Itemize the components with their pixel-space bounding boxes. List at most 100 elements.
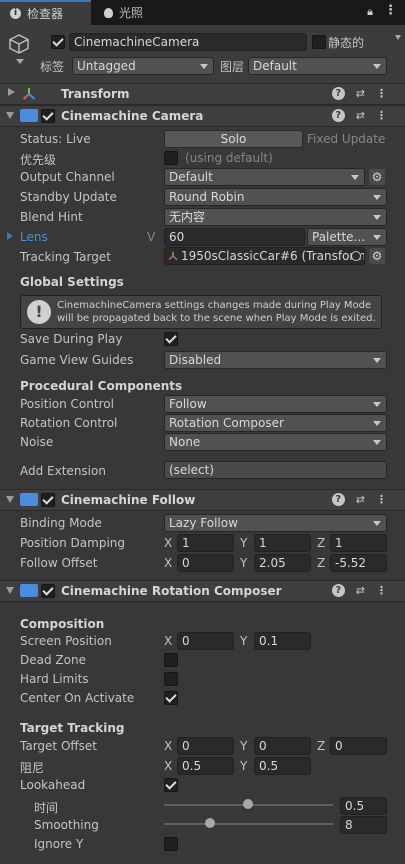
- help-icon[interactable]: ?: [331, 584, 345, 597]
- axis-z-label[interactable]: Z: [317, 556, 325, 570]
- tab-lighting[interactable]: 光照: [94, 0, 184, 25]
- static-checkbox[interactable]: [312, 35, 326, 49]
- more-icon[interactable]: ⋮: [376, 109, 387, 122]
- axis-x-label[interactable]: X: [164, 634, 172, 648]
- output-channel-dropdown[interactable]: Default: [164, 168, 365, 186]
- cm-camera-enabled-checkbox[interactable]: [41, 109, 55, 123]
- smoothing-slider-knob[interactable]: [205, 818, 215, 828]
- tab-inspector[interactable]: i 检查器: [0, 0, 91, 25]
- damping-x-input[interactable]: 1: [177, 534, 234, 552]
- add-extension-dropdown[interactable]: (select): [164, 461, 387, 479]
- noise-dropdown[interactable]: None: [164, 433, 387, 451]
- axis-x-label[interactable]: X: [164, 556, 172, 570]
- fold-arrow-icon[interactable]: [6, 587, 14, 594]
- gear-icon[interactable]: ⚙: [369, 169, 385, 185]
- blend-hint-dropdown[interactable]: 无内容: [164, 208, 387, 226]
- standby-dropdown[interactable]: Round Robin: [164, 188, 387, 206]
- fold-arrow-icon[interactable]: [6, 112, 14, 119]
- axis-z-label[interactable]: Z: [317, 739, 325, 753]
- presets-icon[interactable]: ⇄: [356, 109, 365, 122]
- static-dropdown-arrow[interactable]: [395, 35, 401, 40]
- screen-pos-y-input[interactable]: 0.1: [254, 632, 311, 650]
- center-on-activate-checkbox[interactable]: [164, 691, 178, 705]
- binding-mode-dropdown[interactable]: Lazy Follow: [164, 514, 387, 532]
- cm-follow-header[interactable]: Cinemachine Follow ? ⇄ ⋮: [0, 489, 405, 511]
- game-view-guides-dropdown[interactable]: Disabled: [164, 351, 387, 369]
- ignore-y-checkbox[interactable]: [164, 837, 178, 851]
- lookahead-time-input[interactable]: 0.5: [340, 797, 387, 815]
- solo-button[interactable]: Solo: [164, 130, 303, 148]
- offset-y-input[interactable]: 2.05: [254, 554, 311, 572]
- cm-composer-header[interactable]: Cinemachine Rotation Composer ? ⇄ ⋮: [0, 580, 405, 602]
- help-icon[interactable]: ?: [331, 493, 345, 506]
- axis-x-label[interactable]: X: [164, 759, 172, 773]
- axis-y-label[interactable]: Y: [240, 739, 247, 753]
- transform-header[interactable]: Transform ? ⇄ ⋮: [0, 83, 405, 105]
- presets-icon[interactable]: ⇄: [356, 87, 365, 100]
- presets-icon[interactable]: ⇄: [356, 584, 365, 597]
- target-offset-x-input[interactable]: 0: [177, 737, 234, 755]
- more-icon[interactable]: ⋮: [376, 87, 387, 100]
- dead-zone-checkbox[interactable]: [164, 653, 178, 667]
- cm-follow-enabled-checkbox[interactable]: [41, 493, 55, 507]
- axis-y-label[interactable]: Y: [240, 536, 247, 550]
- object-name-input[interactable]: CinemachineCamera: [69, 33, 307, 51]
- gear-icon[interactable]: ⚙: [369, 248, 385, 264]
- lens-palette-dropdown[interactable]: Palette...: [307, 228, 387, 246]
- priority-hint: (using default): [185, 151, 273, 165]
- tag-dropdown[interactable]: Untagged: [72, 57, 214, 75]
- fold-arrow-icon[interactable]: [8, 88, 15, 96]
- composer-component-icon: [20, 584, 38, 597]
- object-picker-icon[interactable]: [351, 251, 361, 261]
- layer-label: 图层: [220, 60, 245, 74]
- lens-fold-arrow-icon[interactable]: [7, 232, 13, 240]
- lens-v-label[interactable]: V: [147, 230, 155, 244]
- damping-y-input[interactable]: 1: [254, 534, 311, 552]
- smoothing-input[interactable]: 8: [340, 816, 387, 834]
- priority-checkbox[interactable]: [164, 151, 178, 165]
- cm-camera-header[interactable]: Cinemachine Camera ? ⇄ ⋮: [0, 105, 405, 127]
- cm-composer-enabled-checkbox[interactable]: [41, 584, 55, 598]
- noise-label: Noise: [20, 435, 54, 449]
- help-icon[interactable]: ?: [331, 87, 345, 100]
- save-during-play-checkbox[interactable]: [164, 332, 178, 346]
- global-settings-heading: Global Settings: [20, 275, 124, 289]
- lens-fov-input[interactable]: 60: [164, 228, 305, 246]
- help-icon[interactable]: ?: [331, 109, 345, 122]
- lookahead-checkbox[interactable]: [164, 778, 178, 792]
- screen-pos-x-input[interactable]: 0: [177, 632, 234, 650]
- lock-icon[interactable]: 🔒︎: [367, 5, 373, 19]
- axis-y-label[interactable]: Y: [240, 556, 247, 570]
- tag-label: 标签: [40, 60, 65, 74]
- chevron-down-icon[interactable]: [16, 59, 24, 64]
- smoothing-slider-track[interactable]: [164, 823, 333, 825]
- layer-value: Default: [253, 59, 297, 73]
- axis-y-label[interactable]: Y: [240, 759, 247, 773]
- composer-damping-y-input[interactable]: 0.5: [254, 757, 311, 775]
- offset-z-input[interactable]: -5.52: [330, 554, 387, 572]
- hard-limits-checkbox[interactable]: [164, 672, 178, 686]
- more-icon[interactable]: ⋮: [384, 3, 397, 18]
- more-icon[interactable]: ⋮: [376, 493, 387, 506]
- lookahead-time-label: 时间: [34, 801, 59, 815]
- active-checkbox[interactable]: [51, 35, 65, 49]
- position-control-dropdown[interactable]: Follow: [164, 395, 387, 413]
- dead-zone-label: Dead Zone: [20, 653, 86, 667]
- damping-z-input[interactable]: 1: [330, 534, 387, 552]
- rotation-control-dropdown[interactable]: Rotation Composer: [164, 414, 387, 432]
- offset-x-input[interactable]: 0: [177, 554, 234, 572]
- target-offset-y-input[interactable]: 0: [254, 737, 311, 755]
- fold-arrow-icon[interactable]: [6, 496, 14, 503]
- composer-damping-x-input[interactable]: 0.5: [177, 757, 234, 775]
- axis-x-label[interactable]: X: [164, 739, 172, 753]
- axis-z-label[interactable]: Z: [317, 536, 325, 550]
- tracking-target-field[interactable]: 1950sClassicCar#6 (Transform: [164, 247, 365, 265]
- layer-dropdown[interactable]: Default: [248, 57, 387, 75]
- lookahead-time-slider-knob[interactable]: [243, 799, 253, 809]
- noise-value: None: [169, 435, 201, 449]
- target-offset-z-input[interactable]: 0: [330, 737, 387, 755]
- axis-y-label[interactable]: Y: [240, 634, 247, 648]
- axis-x-label[interactable]: X: [164, 536, 172, 550]
- presets-icon[interactable]: ⇄: [356, 493, 365, 506]
- more-icon[interactable]: ⋮: [376, 584, 387, 597]
